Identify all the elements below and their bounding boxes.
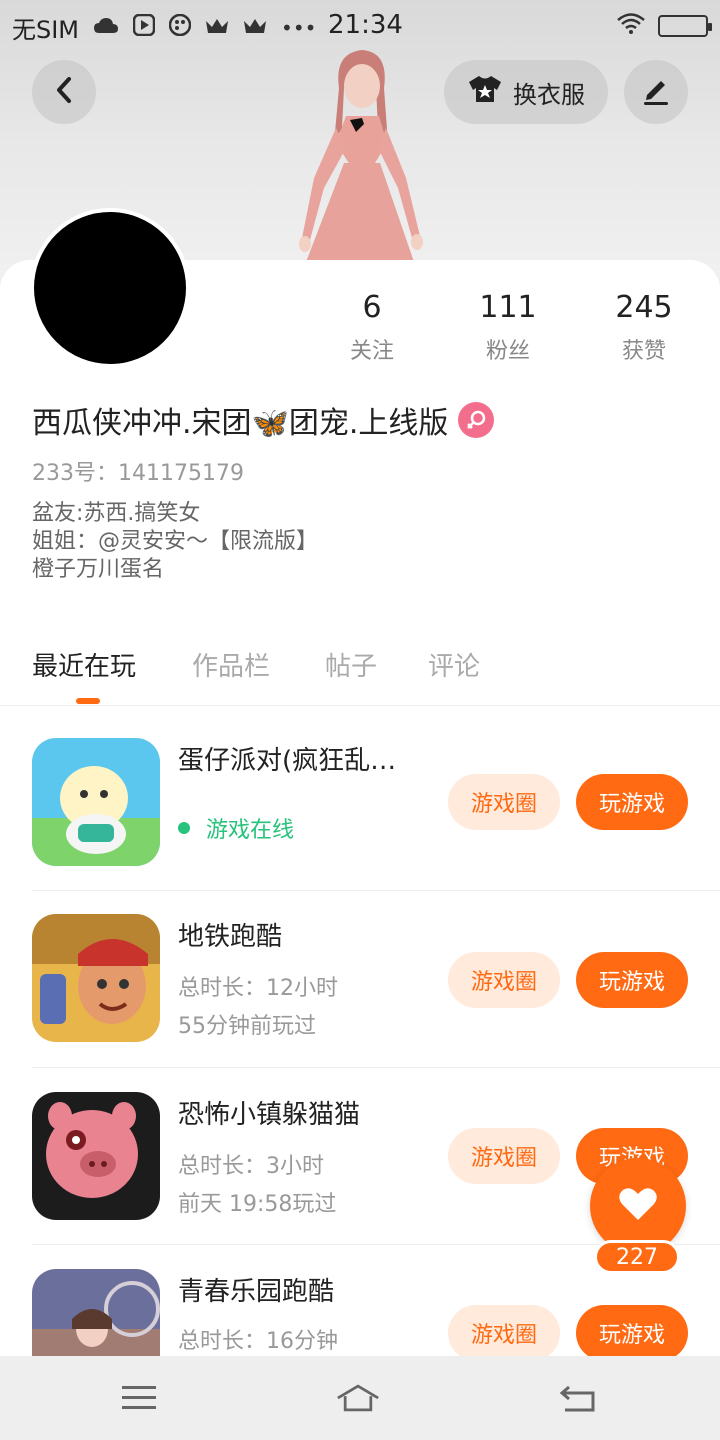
- profile-tabs: 最近在玩 作品栏 帖子 评论: [0, 640, 720, 706]
- game-duration: 总时长：12小时: [178, 976, 338, 1001]
- crown-icon: [243, 16, 267, 40]
- status-left: 无SIM •••: [12, 10, 316, 45]
- like-count-badge: 227: [594, 1240, 680, 1274]
- status-time: 21:34: [328, 10, 403, 40]
- stat-following-label: 关注: [349, 339, 394, 364]
- palette-icon: [168, 13, 192, 41]
- name-row: 西瓜侠冲冲.宋团🦋团宠.上线版: [32, 398, 495, 442]
- game-duration: 总时长：16分钟: [178, 1329, 338, 1354]
- game-last-played: 前天 19:58玩过: [178, 1192, 337, 1217]
- status-right: [616, 12, 712, 40]
- game-title: 蛋仔派对(疯狂乱…: [178, 746, 397, 776]
- list-item[interactable]: 蛋仔派对(疯狂乱… 游戏在线 游戏圈 玩游戏: [32, 738, 720, 914]
- game-icon-subway-surfers: [32, 914, 160, 1042]
- game-icon-piggy: [32, 1092, 160, 1220]
- bio-line: 姐姐：@灵安安～【限流版】: [32, 529, 319, 554]
- change-outfit-button[interactable]: 换衣服: [444, 60, 608, 124]
- list-divider: [32, 890, 720, 891]
- play-icon: [132, 13, 156, 41]
- tab-recent-games[interactable]: 最近在玩: [32, 646, 136, 683]
- wifi-icon: [616, 12, 646, 40]
- heart-icon: [618, 1186, 658, 1226]
- game-circle-button[interactable]: 游戏圈: [448, 774, 560, 830]
- shirt-icon: [467, 74, 503, 110]
- home-icon[interactable]: [336, 1376, 380, 1420]
- play-game-button[interactable]: 玩游戏: [576, 952, 688, 1008]
- battery-icon: [658, 15, 712, 37]
- cloud-icon: [93, 16, 119, 40]
- play-game-button[interactable]: 玩游戏: [576, 1305, 688, 1356]
- game-online-status: 游戏在线: [178, 812, 294, 844]
- game-title: 青春乐园跑酷: [178, 1277, 335, 1307]
- system-navigation-bar: [0, 1356, 720, 1440]
- bio-line: 橙子万川蛋名: [32, 557, 165, 582]
- game-icon-eggy-party: [32, 738, 160, 866]
- stat-followers[interactable]: 111 粉丝: [448, 290, 568, 365]
- tab-works[interactable]: 作品栏: [192, 646, 270, 683]
- online-dot-icon: [178, 822, 190, 834]
- more-icon: •••: [281, 15, 317, 40]
- stat-following-value: 6: [362, 290, 382, 325]
- game-circle-button[interactable]: 游戏圈: [448, 1128, 560, 1184]
- change-outfit-label: 换衣服: [513, 80, 585, 109]
- stat-followers-value: 111: [479, 290, 537, 325]
- online-status-label: 游戏在线: [206, 818, 295, 843]
- carrier-label: 无SIM: [12, 16, 80, 44]
- user-id: 233号：141175179: [32, 461, 244, 486]
- stat-likes-value: 245: [615, 290, 673, 325]
- game-title: 恐怖小镇躲猫猫: [178, 1100, 361, 1130]
- female-icon: [458, 402, 495, 438]
- list-item[interactable]: 地铁跑酷 总时长：12小时 55分钟前玩过 游戏圈 玩游戏: [32, 914, 720, 1090]
- stat-following[interactable]: 6 关注: [312, 290, 432, 365]
- play-game-button[interactable]: 玩游戏: [576, 774, 688, 830]
- bio: 盆友:苏西.搞笑女 姐姐：@灵安安～【限流版】 橙子万川蛋名: [32, 500, 318, 584]
- back-icon[interactable]: [556, 1376, 600, 1420]
- edit-profile-button[interactable]: [624, 60, 688, 124]
- back-button[interactable]: [32, 60, 96, 124]
- bio-line: 盆友:苏西.搞笑女: [32, 501, 201, 526]
- chevron-left-icon: [54, 76, 74, 108]
- edit-icon: [641, 75, 671, 109]
- tab-posts[interactable]: 帖子: [325, 646, 377, 683]
- crown-icon: [205, 16, 229, 40]
- avatar[interactable]: [30, 208, 190, 368]
- stat-likes-label: 获赞: [621, 339, 666, 364]
- game-duration: 总时长：3小时: [178, 1154, 324, 1179]
- menu-icon[interactable]: [118, 1376, 162, 1420]
- status-bar: 无SIM ••• 21:34: [0, 0, 720, 50]
- list-item[interactable]: 青春乐园跑酷 总时长：16分钟 游戏圈 玩游戏: [32, 1269, 720, 1356]
- stat-likes[interactable]: 245 获赞: [584, 290, 704, 365]
- username: 西瓜侠冲冲.宋团🦋团宠.上线版: [32, 406, 449, 441]
- tab-comments[interactable]: 评论: [428, 646, 480, 683]
- game-icon-youth-park: [32, 1269, 160, 1356]
- game-last-played: 55分钟前玩过: [178, 1014, 316, 1039]
- game-circle-button[interactable]: 游戏圈: [448, 952, 560, 1008]
- stat-followers-label: 粉丝: [485, 339, 530, 364]
- list-divider: [32, 1067, 720, 1068]
- game-circle-button[interactable]: 游戏圈: [448, 1305, 560, 1356]
- avatar-character-image[interactable]: [284, 48, 434, 262]
- game-title: 地铁跑酷: [178, 922, 283, 952]
- tab-active-indicator: [76, 698, 100, 704]
